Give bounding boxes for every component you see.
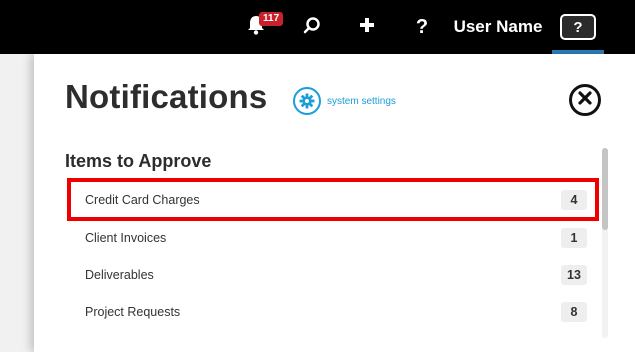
system-settings-label: system settings (327, 95, 396, 107)
section-heading: Items to Approve (65, 151, 212, 171)
list-item-client-invoices[interactable]: Client Invoices 1 (77, 224, 587, 252)
notification-count-badge: 117 (259, 12, 284, 26)
count-badge: 4 (561, 190, 587, 210)
add-button[interactable] (352, 0, 382, 54)
list-item-label: Client Invoices (85, 231, 167, 245)
list-item-deliverables[interactable]: Deliverables 13 (77, 261, 587, 289)
system-settings-link[interactable]: system settings (293, 87, 396, 115)
gear-icon (293, 87, 321, 115)
close-button[interactable] (569, 84, 601, 116)
count-badge: 1 (561, 228, 587, 248)
search-button[interactable] (297, 0, 327, 54)
help-box-icon: ? (560, 14, 596, 40)
help-button[interactable]: ? (407, 0, 437, 54)
count-badge: 8 (561, 302, 587, 322)
list-item-project-requests[interactable]: Project Requests 8 (77, 298, 587, 326)
scrollbar[interactable] (602, 148, 608, 338)
notifications-panel: Notifications system settings Items to A… (34, 54, 635, 352)
close-icon (578, 90, 592, 110)
user-menu[interactable]: User Name (450, 0, 546, 54)
notifications-button[interactable] (240, 0, 272, 54)
plus-icon (359, 17, 375, 38)
scrollbar-thumb[interactable] (602, 148, 608, 230)
list-item-label: Project Requests (85, 305, 181, 319)
list-item-label: Deliverables (85, 268, 154, 282)
top-navigation-bar: 117 ? User Name ? (0, 0, 635, 54)
page-title: Notifications (65, 78, 268, 115)
list-item-credit-card-charges[interactable]: Credit Card Charges 4 (77, 186, 587, 214)
help-center-button[interactable]: ? (552, 0, 604, 54)
search-icon (303, 16, 321, 39)
count-badge: 13 (561, 265, 587, 285)
list-item-label: Credit Card Charges (85, 193, 200, 207)
